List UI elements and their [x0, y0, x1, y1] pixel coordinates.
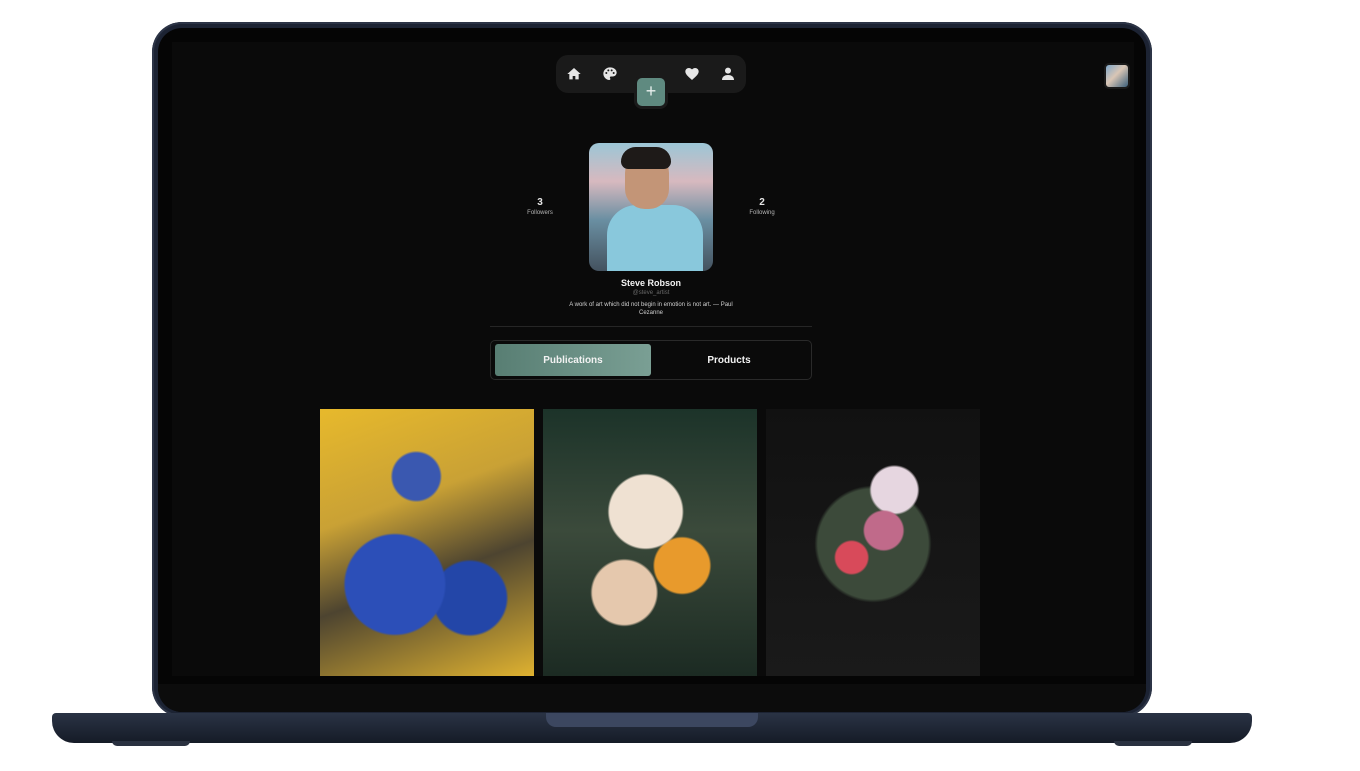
followers-count: 3	[537, 197, 543, 208]
followers-label: Followers	[527, 210, 553, 216]
profile-handle: @steve_artist	[632, 290, 670, 296]
divider	[490, 326, 812, 327]
laptop-foot-left	[112, 741, 190, 746]
following-stat[interactable]: 2 Following	[732, 197, 792, 217]
heart-icon[interactable]	[683, 65, 701, 83]
gallery-item-pale-flowers[interactable]	[543, 409, 757, 676]
add-publication-button[interactable]: +	[634, 75, 668, 109]
followers-stat[interactable]: 3 Followers	[510, 197, 570, 217]
profile-name: Steve Robson	[620, 278, 681, 288]
tab-products[interactable]: Products	[651, 344, 807, 376]
user-icon[interactable]	[719, 65, 737, 83]
gallery-item-blue-flowers[interactable]	[320, 409, 534, 676]
app-screen: + 3 Followers 2 Following Steve Robson @…	[172, 42, 1134, 676]
laptop-chin	[158, 684, 1146, 712]
laptop-foot-right	[1114, 741, 1192, 746]
following-count: 2	[759, 197, 765, 208]
tab-publications[interactable]: Publications	[495, 344, 651, 376]
profile-tabs: Publications Products	[490, 340, 812, 380]
palette-icon[interactable]	[601, 65, 619, 83]
profile-bio: A work of art which did not begin in emo…	[569, 302, 733, 316]
following-label: Following	[749, 210, 775, 216]
gallery-item-dark-bouquet[interactable]	[766, 409, 980, 676]
profile-photo	[589, 143, 713, 271]
home-icon[interactable]	[565, 65, 583, 83]
laptop-notch	[546, 713, 758, 727]
avatar[interactable]	[1104, 63, 1130, 89]
